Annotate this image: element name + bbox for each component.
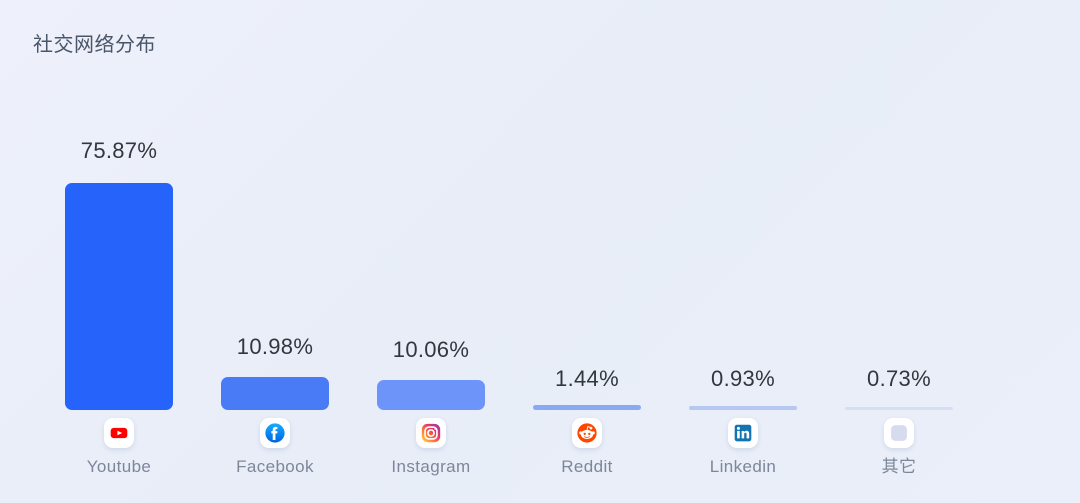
bar-track	[353, 0, 509, 410]
category-label: 其它	[881, 457, 917, 476]
category-label: Reddit	[561, 457, 613, 476]
bar-facebook[interactable]	[221, 377, 329, 410]
bar-reddit[interactable]	[533, 405, 641, 410]
bar-track	[41, 0, 197, 410]
bar-column-linkedin[interactable]: 0.93% Linkedin	[665, 0, 821, 503]
bar-linkedin[interactable]	[689, 406, 797, 410]
reddit-icon	[572, 418, 602, 448]
other-icon	[884, 418, 914, 448]
bar-column-youtube[interactable]: 75.87% Youtube	[41, 0, 197, 503]
bar-track	[821, 0, 977, 410]
bar-youtube[interactable]	[65, 183, 173, 410]
category-linkedin[interactable]: Linkedin	[665, 418, 821, 478]
category-youtube[interactable]: Youtube	[41, 418, 197, 478]
facebook-icon	[260, 418, 290, 448]
category-label: Youtube	[86, 457, 152, 476]
category-label: Linkedin	[709, 457, 777, 476]
bar-chart-plot-area: 75.87% Youtube 10.98% Facebook 10.06% In…	[0, 0, 1080, 503]
category-reddit[interactable]: Reddit	[509, 418, 665, 478]
bar-other[interactable]	[845, 407, 953, 410]
bar-instagram[interactable]	[377, 380, 485, 410]
category-instagram[interactable]: Instagram	[353, 418, 509, 478]
bar-track	[197, 0, 353, 410]
bar-track	[665, 0, 821, 410]
bar-column-facebook[interactable]: 10.98% Facebook	[197, 0, 353, 503]
youtube-icon	[104, 418, 134, 448]
category-label: Instagram	[391, 457, 471, 476]
instagram-icon	[416, 418, 446, 448]
category-other[interactable]: 其它	[821, 418, 977, 478]
chart-panel: 社交网络分布 75.87% Youtube 10.98% Facebook 10…	[0, 0, 1080, 503]
category-facebook[interactable]: Facebook	[197, 418, 353, 478]
category-label: Facebook	[236, 457, 314, 476]
bar-track	[509, 0, 665, 410]
linkedin-icon	[728, 418, 758, 448]
bar-column-reddit[interactable]: 1.44% Reddit	[509, 0, 665, 503]
bar-column-other[interactable]: 0.73% 其它	[821, 0, 977, 503]
bar-column-instagram[interactable]: 10.06% Instagram	[353, 0, 509, 503]
